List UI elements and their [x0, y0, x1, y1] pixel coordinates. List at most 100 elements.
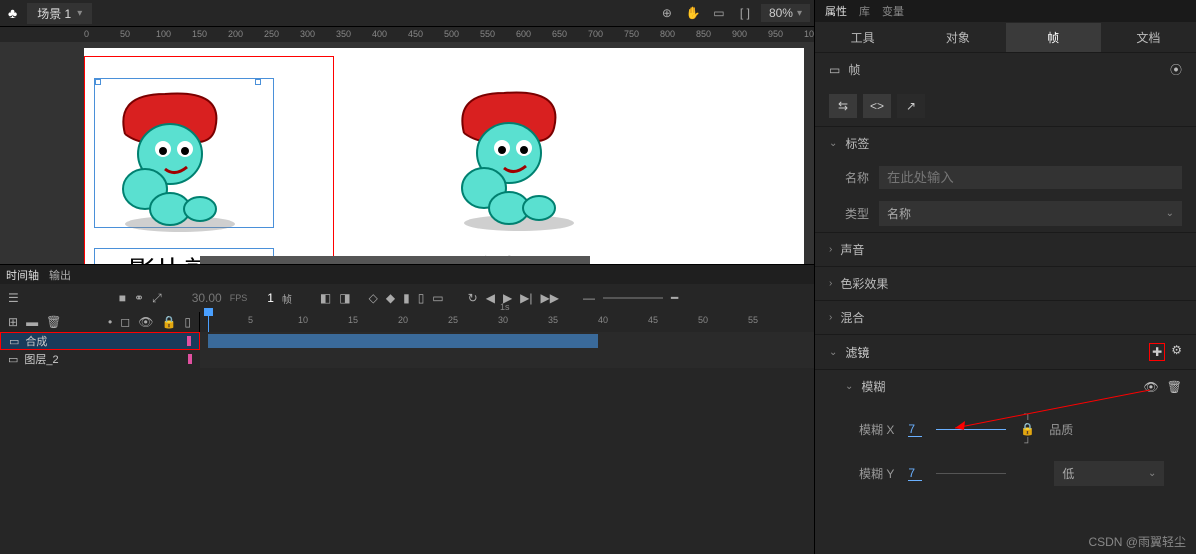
end-icon[interactable]: ▶▶ — [541, 291, 559, 305]
tab-frame[interactable]: 帧 — [1006, 23, 1101, 52]
timeline-body: ▭ 合成 ▭ 图层_2 — [0, 332, 814, 554]
hand-icon[interactable]: ✋ — [683, 3, 703, 23]
layer-name: 合成 — [25, 333, 47, 349]
second-marker: 1s — [500, 302, 510, 312]
kf3-icon[interactable]: ▮ — [403, 291, 410, 305]
link-icon[interactable]: ⚭ — [134, 291, 144, 305]
layers-icon[interactable]: ☰ — [8, 291, 19, 305]
layer-cell[interactable]: ▭ 图层_2 — [0, 350, 200, 368]
section-label[interactable]: ⌄ 标签 — [815, 126, 1196, 160]
kf2-icon[interactable]: ◆ — [386, 291, 395, 305]
zoom-in-icon[interactable]: ━ — [671, 291, 678, 305]
outline-icon[interactable]: ◻ — [120, 315, 130, 329]
section-filter[interactable]: ⌄ 滤镜 ✚ ⚙ — [815, 334, 1196, 369]
header-tab-vars[interactable]: 变量 — [882, 3, 904, 19]
field-blur-x: 模糊 X 7 ┐ 🔒 ┘ 品质 — [815, 403, 1196, 455]
chevron-right-icon: › — [829, 278, 832, 289]
stage[interactable]: 影片剪辑 图 — [84, 48, 804, 264]
blur-y-value[interactable]: 7 — [908, 466, 922, 481]
eye-icon[interactable]: 👁 — [1144, 380, 1159, 394]
frame-header-label: 帧 — [848, 61, 860, 78]
properties-panel: 属性 库 变量 工具 对象 帧 文档 ▭ 帧 ⦿ ⇆ <> ↗ ⌄ 标签 名称 — [814, 0, 1196, 554]
blur-y-slider[interactable] — [936, 473, 1006, 474]
guide-icon[interactable]: ▯ — [184, 315, 191, 329]
trash-icon[interactable]: 🗑 — [46, 315, 61, 329]
quality-select[interactable]: 低 ⌄ — [1054, 461, 1164, 486]
chevron-down-icon: ▾ — [797, 8, 802, 19]
timeline-ruler[interactable]: 1s 510152025303540455055 — [200, 312, 814, 332]
track[interactable] — [200, 332, 814, 350]
name-label: 名称 — [845, 169, 869, 186]
next-icon[interactable]: ▶| — [520, 291, 532, 305]
tab-document[interactable]: 文档 — [1101, 23, 1196, 52]
blur-y-label: 模糊 Y — [859, 465, 894, 482]
popout-icon[interactable]: ⦿ — [1170, 61, 1182, 78]
header-tab-lib[interactable]: 库 — [859, 3, 870, 19]
layer-header-tools: ⊞ ▬ 🗑 • ◻ 👁 🔒 ▯ — [0, 312, 200, 332]
tab-tool[interactable]: 工具 — [815, 23, 910, 52]
layer-row-layer2[interactable]: ▭ 图层_2 — [0, 350, 814, 368]
tab-output[interactable]: 输出 — [49, 267, 71, 283]
link-lock-icon[interactable]: 🔒 — [1020, 422, 1035, 436]
filter-blur[interactable]: ⌄ 模糊 👁 🗑 — [815, 369, 1196, 403]
timeline-clip[interactable] — [208, 334, 598, 348]
fps-value[interactable]: 30.00 — [192, 291, 222, 305]
section-sound[interactable]: › 声音 — [815, 232, 1196, 266]
canvas-area[interactable]: 影片剪辑 图 — [0, 42, 814, 264]
layer-row-compose[interactable]: ▭ 合成 — [0, 332, 814, 350]
section-label-text: 标签 — [845, 135, 869, 152]
onion2-icon[interactable]: ◨ — [339, 291, 350, 305]
dot-icon[interactable]: • — [108, 315, 112, 329]
section-blend[interactable]: › 混合 — [815, 300, 1196, 334]
frame-icon: ▭ — [829, 63, 840, 77]
trash-icon[interactable]: 🗑 — [1167, 380, 1182, 394]
playhead[interactable] — [208, 312, 209, 332]
selection-box[interactable] — [94, 78, 274, 228]
blur-x-slider[interactable] — [936, 429, 1006, 430]
graphic-instance[interactable] — [434, 78, 594, 241]
prev-icon[interactable]: ◀ — [486, 291, 495, 305]
code-icon[interactable]: <> — [863, 94, 891, 118]
target-icon[interactable]: ⊕ — [657, 3, 677, 23]
layer-cell[interactable]: ▭ 合成 — [0, 332, 200, 350]
frame-number[interactable]: 1 — [267, 291, 274, 305]
top-toolbar: ♣ 场景 1 ▾ ⊕ ✋ ▭ [ ] 80% ▾ — [0, 0, 814, 26]
kf5-icon[interactable]: ▭ — [432, 291, 443, 305]
type-label: 类型 — [845, 205, 869, 222]
eye-icon[interactable]: 👁 — [138, 315, 153, 329]
app-logo-icon: ♣ — [4, 5, 21, 21]
chevron-right-icon: › — [829, 312, 832, 323]
lock-icon[interactable]: 🔒 — [161, 315, 176, 329]
blur-x-value[interactable]: 7 — [908, 422, 922, 437]
zoom-out-icon[interactable]: — — [583, 291, 595, 305]
horizontal-scrollbar[interactable] — [200, 256, 590, 264]
bracket-icon[interactable]: [ ] — [735, 3, 755, 23]
add-filter-button[interactable]: ✚ — [1149, 343, 1165, 361]
camera-icon[interactable]: ■ — [119, 291, 126, 305]
track[interactable] — [200, 350, 814, 368]
type-select[interactable]: 名称 ⌄ — [879, 201, 1182, 226]
zoom-dropdown[interactable]: 80% ▾ — [761, 4, 810, 22]
kf1-icon[interactable]: ◇ — [369, 291, 378, 305]
layer-icon: ▭ — [8, 353, 18, 366]
onion-icon[interactable]: ◧ — [320, 291, 331, 305]
loop-icon[interactable]: ↻ — [468, 291, 478, 305]
folder-icon[interactable]: ▬ — [26, 315, 38, 329]
swap-icon[interactable]: ⇆ — [829, 94, 857, 118]
zoom-slider[interactable] — [603, 297, 663, 299]
header-tab-props[interactable]: 属性 — [825, 3, 847, 19]
tab-object[interactable]: 对象 — [910, 23, 1005, 52]
name-input[interactable] — [879, 166, 1182, 189]
gear-icon[interactable]: ⚙ — [1171, 343, 1182, 361]
zoom-value: 80% — [769, 6, 793, 20]
tab-timeline[interactable]: 时间轴 — [6, 267, 39, 283]
section-color[interactable]: › 色彩效果 — [815, 266, 1196, 300]
section-sound-text: 声音 — [840, 241, 864, 258]
scene-dropdown[interactable]: 场景 1 ▾ — [27, 3, 92, 24]
graph-icon[interactable]: ⤢ — [152, 291, 162, 306]
section-filter-text: 滤镜 — [845, 344, 869, 361]
rect-icon[interactable]: ▭ — [709, 3, 729, 23]
kf4-icon[interactable]: ▯ — [418, 291, 425, 305]
watermark-text: CSDN @雨翼轻尘 — [1088, 533, 1186, 550]
add-layer-icon[interactable]: ⊞ — [8, 315, 18, 329]
